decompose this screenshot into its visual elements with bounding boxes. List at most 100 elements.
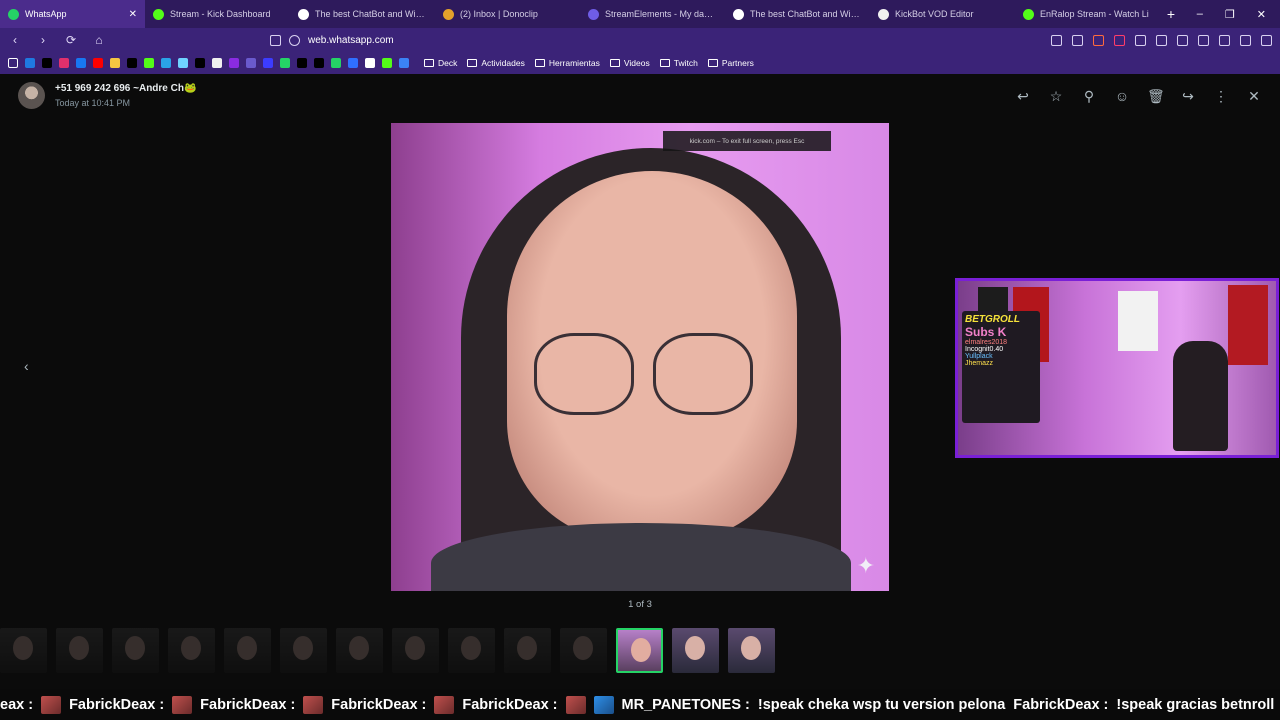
tab-4[interactable]: StreamElements - My dashboa	[580, 0, 725, 28]
sidebar-icon[interactable]	[1156, 34, 1167, 46]
bookmark-folder[interactable]: Partners	[707, 58, 754, 68]
delete-icon[interactable]: 🗑	[1147, 88, 1165, 105]
bookmark-icon[interactable]	[76, 58, 86, 68]
media-thumbnail[interactable]	[336, 628, 383, 673]
board-line: elmalres2018	[965, 339, 1008, 346]
media-thumbnail[interactable]	[168, 628, 215, 673]
cast-icon[interactable]	[1051, 34, 1062, 46]
media-thumbnail[interactable]	[56, 628, 103, 673]
reload-button[interactable]: ⟳	[64, 33, 78, 47]
url-text[interactable]: web.whatsapp.com	[308, 35, 394, 46]
forward-button[interactable]: ›	[36, 33, 50, 47]
bookmark-folder[interactable]: Actividades	[467, 58, 525, 68]
rewards-icon[interactable]	[1114, 34, 1125, 46]
bookmark-folder-label: Actividades	[481, 58, 525, 68]
bookmark-icon[interactable]	[229, 58, 239, 68]
media-thumbnail[interactable]	[448, 628, 495, 673]
emoji-icon[interactable]: ☺	[1114, 88, 1130, 105]
bookmark-icon[interactable]	[246, 58, 256, 68]
folder-icon	[609, 59, 620, 67]
tab-title: StreamElements - My dashboa	[605, 9, 717, 19]
maximize-button[interactable]: ❐	[1225, 8, 1235, 21]
folder-icon	[707, 59, 718, 67]
tab-5[interactable]: The best ChatBot and Widgets	[725, 0, 870, 28]
close-window-button[interactable]: ✕	[1257, 8, 1266, 21]
previous-media-button[interactable]: ‹	[24, 358, 29, 374]
bookmark-folder[interactable]: Videos	[609, 58, 650, 68]
back-button[interactable]: ‹	[8, 33, 22, 47]
bookmark-folder[interactable]: Twitch	[659, 58, 698, 68]
bookmark-icon[interactable]	[127, 58, 137, 68]
bookmark-icon[interactable]	[399, 58, 409, 68]
tab-1[interactable]: Stream - Kick Dashboard	[145, 0, 290, 28]
fullscreen-toast: kick.com – To exit full screen, press Es…	[663, 131, 831, 151]
bookmark-icon[interactable]	[25, 58, 35, 68]
media-thumbnail[interactable]	[672, 628, 719, 673]
tab-title: The best ChatBot and Widgets	[315, 9, 427, 19]
vpn-icon[interactable]	[1219, 34, 1230, 46]
tab-bar: WhatsApp ✕ Stream - Kick Dashboard The best…	[0, 0, 1280, 28]
bookmark-icon[interactable]	[365, 58, 375, 68]
media-thumbnail[interactable]	[392, 628, 439, 673]
glasses-right	[653, 333, 753, 415]
bookmark-icon[interactable]	[382, 58, 392, 68]
tab-2[interactable]: The best ChatBot and Widgets	[290, 0, 435, 28]
bookmark-icon[interactable]	[270, 34, 281, 46]
close-tab-icon[interactable]: ✕	[129, 9, 137, 20]
bookmark-icon[interactable]	[42, 58, 52, 68]
ticker-message: FabrickDeax : !speak gracias betnroll	[1013, 697, 1274, 713]
home-button[interactable]: ⌂	[92, 33, 106, 47]
bookmark-icon[interactable]	[110, 58, 120, 68]
apps-grid-icon[interactable]	[8, 58, 18, 68]
address-toolbar: ‹ › ⟳ ⌂ web.whatsapp.com	[0, 28, 1280, 52]
bookmark-icon[interactable]	[212, 58, 222, 68]
site-info-icon[interactable]	[289, 34, 300, 46]
leo-icon[interactable]	[1240, 34, 1251, 46]
menu-icon[interactable]: ⋮	[1213, 88, 1229, 105]
bookmark-icon[interactable]	[297, 58, 307, 68]
bookmark-icon[interactable]	[314, 58, 324, 68]
bookmark-icon[interactable]	[93, 58, 103, 68]
media-thumbnail[interactable]	[616, 628, 663, 673]
shield-icon[interactable]	[1093, 34, 1104, 46]
star-icon[interactable]: ☆	[1048, 88, 1064, 105]
bookmark-icon[interactable]	[144, 58, 154, 68]
bookmark-icon[interactable]	[348, 58, 358, 68]
tab-3[interactable]: (2) Inbox | Donoclip	[435, 0, 580, 28]
tab-7[interactable]: EnRalop Stream - Watch Li	[1015, 0, 1160, 28]
media-thumbnail[interactable]	[728, 628, 775, 673]
folder-icon	[424, 59, 434, 67]
share-icon[interactable]	[1072, 34, 1083, 46]
avatar[interactable]	[18, 82, 45, 109]
bookmark-icon[interactable]	[195, 58, 205, 68]
bookmark-folder[interactable]: Deck	[424, 58, 457, 68]
bookmark-icon[interactable]	[161, 58, 171, 68]
bookmark-icon[interactable]	[59, 58, 69, 68]
media-thumbnail[interactable]	[224, 628, 271, 673]
bookmark-icon[interactable]	[331, 58, 341, 68]
wallet-icon[interactable]	[1198, 34, 1209, 46]
media-thumbnail[interactable]	[280, 628, 327, 673]
new-tab-button[interactable]: +	[1160, 6, 1182, 22]
minimize-button[interactable]: –	[1197, 8, 1203, 21]
bookmark-folder[interactable]: Herramientas	[534, 58, 600, 68]
tab-0[interactable]: WhatsApp ✕	[0, 0, 145, 28]
media-thumbnail[interactable]	[112, 628, 159, 673]
forward-icon[interactable]: ↪	[1180, 88, 1196, 105]
reply-icon[interactable]: ↩	[1015, 88, 1031, 105]
subs-board: BETGROLL Subs K elmalres2018 Incognit0.4…	[962, 311, 1040, 423]
media-thumbnail[interactable]	[504, 628, 551, 673]
pin-icon[interactable]: ⚲	[1081, 88, 1097, 105]
media-photo[interactable]: kick.com – To exit full screen, press Es…	[391, 123, 889, 591]
media-thumbnail[interactable]	[0, 628, 47, 673]
close-icon[interactable]: ✕	[1246, 88, 1262, 105]
bookmark-icon[interactable]	[280, 58, 290, 68]
bookmark-icon[interactable]	[178, 58, 188, 68]
music-icon[interactable]	[1177, 34, 1188, 46]
menu-icon[interactable]	[1261, 34, 1272, 46]
tab-6[interactable]: KickBot VOD Editor	[870, 0, 1015, 28]
address-bar[interactable]: web.whatsapp.com	[270, 34, 394, 46]
extension-icon[interactable]	[1135, 34, 1146, 46]
bookmark-icon[interactable]	[263, 58, 273, 68]
media-thumbnail[interactable]	[560, 628, 607, 673]
